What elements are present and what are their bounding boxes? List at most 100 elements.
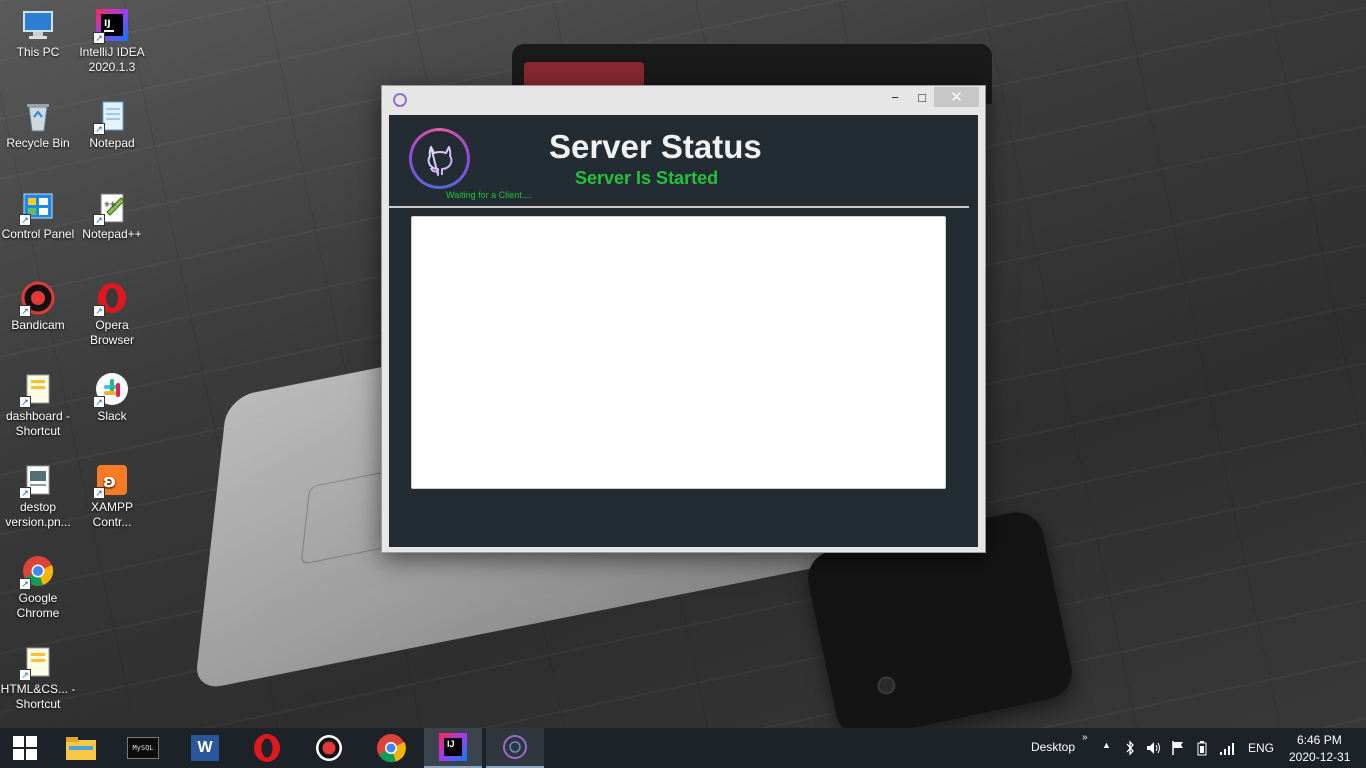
taskbar-bandicam[interactable] xyxy=(300,728,358,768)
desktop-icon-label: This PC xyxy=(16,45,60,59)
taskbar-word[interactable]: W xyxy=(176,728,234,768)
shortcut-arrow-icon: ↗ xyxy=(19,669,31,681)
window-content: Server Status Server Is Started Waiting … xyxy=(389,115,978,547)
shortcut-arrow-icon: ↗ xyxy=(19,487,31,499)
clock-time[interactable]: 6:46 PM xyxy=(1297,733,1342,747)
desktop-icon-html-shortcut[interactable]: ↗ HTML&CS... - Shortcut xyxy=(0,645,76,712)
bandicam-icon xyxy=(316,735,342,761)
image-file-icon: ↗ xyxy=(19,463,55,499)
show-hidden-icons-icon[interactable]: ▲ xyxy=(1102,740,1111,750)
desktop-icon-google-chrome[interactable]: ↗ Google Chrome xyxy=(0,554,76,621)
svg-text:++: ++ xyxy=(104,200,116,208)
desktop-icon-label: Slack xyxy=(97,409,127,423)
windows-start-icon xyxy=(13,736,37,760)
control-panel-icon: ↗ xyxy=(19,190,55,226)
desktop-icon-label: Google Chrome xyxy=(16,591,60,620)
desktop-icon-label: Control Panel xyxy=(1,227,75,241)
desktop-icon-xampp[interactable]: ʚ ↗ XAMPP Contr... xyxy=(74,463,150,530)
desktop-toolbar-label[interactable]: Desktop xyxy=(1031,740,1075,754)
desktop-icon-label: Bandicam xyxy=(11,318,65,332)
desktop-icon-label: Opera Browser xyxy=(89,318,134,347)
action-center-flag-icon[interactable] xyxy=(1171,740,1185,759)
opera-icon xyxy=(254,734,280,762)
network-signal-icon[interactable] xyxy=(1219,740,1235,759)
desktop-icon-slack[interactable]: ↗ Slack xyxy=(74,372,150,424)
shortcut-arrow-icon: ↗ xyxy=(19,396,31,408)
app-logo-icon xyxy=(393,93,407,107)
svg-text:IJ: IJ xyxy=(104,19,111,29)
page-title: Server Status xyxy=(549,128,762,165)
desktop-icon-label: IntelliJ IDEA 2020.1.3 xyxy=(79,45,145,74)
desktop-icon-label: Notepad++ xyxy=(82,227,142,241)
start-button[interactable] xyxy=(0,728,50,768)
desktop-icons: This PC IJ ↗ IntelliJ IDEA 2020.1.3 Recy… xyxy=(0,0,160,725)
server-status-window: − □ ✕ Server Status Server Is Started Wa… xyxy=(381,85,986,553)
notepad-plus-plus-icon: ++ ↗ xyxy=(93,190,129,226)
bandicam-icon: ↗ xyxy=(19,281,55,317)
intellij-icon: IJ ↗ xyxy=(93,8,129,44)
bluetooth-icon[interactable] xyxy=(1125,740,1135,759)
volume-icon[interactable] xyxy=(1146,740,1162,759)
shortcut-arrow-icon: ↗ xyxy=(19,214,31,226)
intellij-icon-text: IJ xyxy=(447,739,455,749)
chrome-icon xyxy=(377,734,406,763)
shortcut-arrow-icon: ↗ xyxy=(93,487,105,499)
taskbar-intellij[interactable]: IJ xyxy=(424,728,482,768)
desktop-icon-bandicam[interactable]: ↗ Bandicam xyxy=(0,281,76,333)
shortcut-arrow-icon: ↗ xyxy=(93,214,105,226)
folder-shortcut-icon: ↗ xyxy=(19,645,55,681)
taskbar-mysql[interactable]: MySQL xyxy=(114,728,172,768)
header-divider xyxy=(389,206,969,208)
shortcut-arrow-icon: ↗ xyxy=(19,305,31,317)
shortcut-arrow-icon: ↗ xyxy=(93,32,105,44)
toolbar-expand-icon[interactable]: » xyxy=(1082,732,1088,743)
server-log-textarea[interactable] xyxy=(411,216,946,489)
language-indicator[interactable]: ENG xyxy=(1248,741,1274,755)
folder-shortcut-icon: ↗ xyxy=(19,372,55,408)
desktop-icon-control-panel[interactable]: ↗ Control Panel xyxy=(0,190,76,242)
minimize-button[interactable]: − xyxy=(880,87,910,107)
taskbar-chrome[interactable] xyxy=(362,728,420,768)
taskbar-file-explorer[interactable] xyxy=(52,728,110,768)
window-titlebar[interactable]: − □ ✕ xyxy=(382,86,985,114)
close-button[interactable]: ✕ xyxy=(934,87,979,107)
opera-icon: ↗ xyxy=(93,281,129,317)
desktop-icon-label: dashboard - Shortcut xyxy=(5,409,71,438)
notepad-icon: ↗ xyxy=(93,99,129,135)
clock-date[interactable]: 2020-12-31 xyxy=(1289,750,1350,764)
desktop-icon-notepad-plus-plus[interactable]: ++ ↗ Notepad++ xyxy=(74,190,150,242)
shortcut-arrow-icon: ↗ xyxy=(19,578,31,590)
server-status-label: Server Is Started xyxy=(575,168,719,188)
desktop-icon-label: destop version.pn... xyxy=(5,500,71,529)
desktop-icon-notepad[interactable]: ↗ Notepad xyxy=(74,99,150,151)
desktop-icon-label: XAMPP Contr... xyxy=(90,500,133,529)
word-icon: W xyxy=(191,735,219,761)
desktop-icon-this-pc[interactable]: This PC xyxy=(0,8,76,60)
desktop-icon-dashboard-shortcut[interactable]: ↗ dashboard - Shortcut xyxy=(0,372,76,439)
chrome-icon: ↗ xyxy=(19,554,55,590)
this-pc-icon xyxy=(21,8,55,42)
xampp-icon: ʚ ↗ xyxy=(93,463,129,499)
desktop-icon-recycle-bin[interactable]: Recycle Bin xyxy=(0,99,76,151)
recycle-bin-icon xyxy=(21,99,55,133)
desktop-icon-label: HTML&CS... - Shortcut xyxy=(0,682,76,711)
taskbar-server-app[interactable] xyxy=(486,728,544,768)
desktop-icon-destop-version[interactable]: ↗ destop version.pn... xyxy=(0,463,76,530)
taskbar: MySQL W IJ Desktop » ▲ ENG 6:46 PM 2020-… xyxy=(0,728,1366,768)
file-explorer-icon xyxy=(66,737,96,760)
shortcut-arrow-icon: ↗ xyxy=(93,305,105,317)
shortcut-arrow-icon: ↗ xyxy=(93,396,105,408)
maximize-button[interactable]: □ xyxy=(907,87,937,107)
slack-icon: ↗ xyxy=(93,372,129,408)
desktop-icon-opera[interactable]: ↗ Opera Browser xyxy=(74,281,150,348)
battery-icon[interactable] xyxy=(1195,740,1209,759)
mysql-icon: MySQL xyxy=(127,737,159,759)
server-app-icon xyxy=(503,735,527,759)
waiting-status-text: Waiting for a Client.... xyxy=(446,190,532,200)
taskbar-opera[interactable] xyxy=(238,728,296,768)
desktop-icon-label: Recycle Bin xyxy=(6,136,70,150)
desktop-icon-intellij[interactable]: IJ ↗ IntelliJ IDEA 2020.1.3 xyxy=(74,8,150,75)
desktop-icon-label: Notepad xyxy=(89,136,135,150)
shortcut-arrow-icon: ↗ xyxy=(93,123,105,135)
github-logo-icon xyxy=(409,128,470,189)
